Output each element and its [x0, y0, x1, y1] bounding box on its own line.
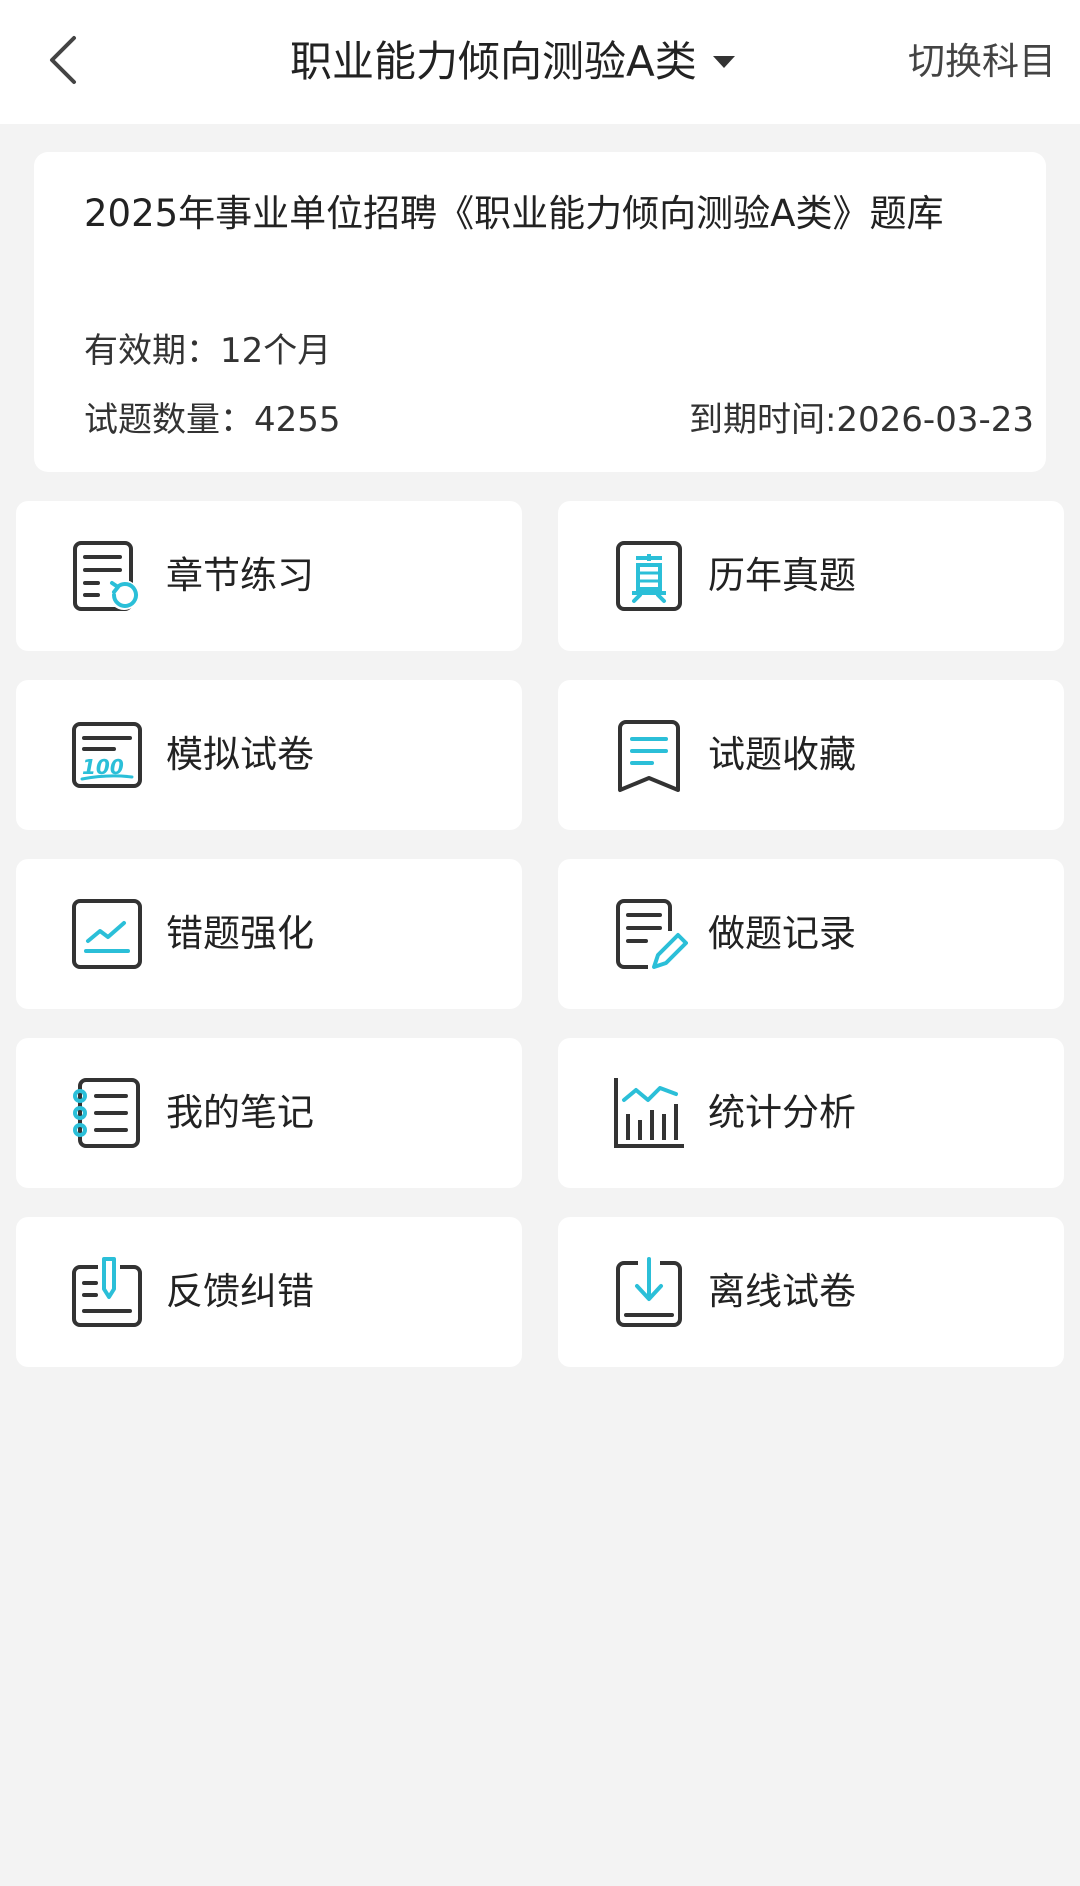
notes-icon — [73, 1078, 140, 1148]
chapter-practice-icon — [73, 541, 139, 611]
menu-label: 章节练习 — [166, 554, 314, 597]
offline-download-icon — [616, 1257, 682, 1327]
menu-item-feedback[interactable]: 反馈纠错 — [16, 1217, 522, 1367]
menu-label: 错题强化 — [166, 912, 314, 955]
menu-item-notes[interactable]: 我的笔记 — [16, 1038, 522, 1188]
menu-label: 统计分析 — [708, 1091, 856, 1134]
menu-label: 离线试卷 — [708, 1270, 856, 1313]
menu-item-chapter-practice[interactable]: 章节练习 — [16, 501, 522, 651]
favorites-icon — [618, 720, 680, 792]
menu-item-past-exams[interactable]: 历年真题 — [558, 501, 1064, 651]
mock-paper-icon: 100 — [72, 722, 142, 788]
menu-label: 试题收藏 — [708, 733, 856, 776]
wrong-questions-icon — [72, 899, 142, 969]
question-count: 试题数量：4255 — [84, 400, 341, 440]
menu-item-wrong-questions[interactable]: 错题强化 — [16, 859, 522, 1009]
menu-label: 我的笔记 — [166, 1091, 314, 1134]
menu-label: 反馈纠错 — [166, 1270, 314, 1313]
expiry-date: 到期时间:2026-03-23 — [688, 400, 1034, 440]
question-bank-title: 2025年事业单位招聘《职业能力倾向测验A类》题库 — [84, 192, 944, 235]
menu-item-offline-paper[interactable]: 离线试卷 — [558, 1217, 1064, 1367]
statistics-icon — [614, 1078, 684, 1148]
top-bar: 职业能力倾向测验A类 切换科目 — [0, 0, 1080, 124]
past-exams-icon — [616, 541, 682, 611]
back-arrow-icon[interactable] — [36, 24, 100, 96]
caret-down-icon — [712, 56, 735, 68]
practice-record-icon — [616, 899, 688, 969]
menu-label: 做题记录 — [708, 912, 856, 955]
question-bank-info-card: 2025年事业单位招聘《职业能力倾向测验A类》题库 有效期：12个月 试题数量：… — [34, 152, 1046, 472]
page-title: 职业能力倾向测验A类 — [290, 37, 697, 86]
feedback-icon — [72, 1257, 142, 1327]
menu-label: 历年真题 — [708, 554, 856, 597]
menu-item-mock-paper[interactable]: 100 模拟试卷 — [16, 680, 522, 830]
switch-subject-button[interactable]: 切换科目 — [908, 34, 1056, 90]
menu-item-practice-record[interactable]: 做题记录 — [558, 859, 1064, 1009]
menu-label: 模拟试卷 — [166, 733, 314, 776]
menu-item-statistics[interactable]: 统计分析 — [558, 1038, 1064, 1188]
stats-row: 试题数量：4255 到期时间:2026-03-23 — [84, 396, 1034, 444]
validity-period: 有效期：12个月 — [84, 331, 332, 371]
subject-dropdown[interactable]: 职业能力倾向测验A类 — [290, 32, 735, 92]
menu-item-favorites[interactable]: 试题收藏 — [558, 680, 1064, 830]
